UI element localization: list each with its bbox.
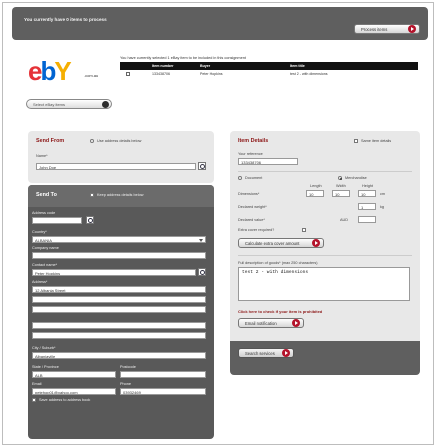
- process-items-button[interactable]: Process items: [354, 24, 420, 34]
- row-buyer: Peter Hopkins: [200, 72, 223, 76]
- item-table-header: Item number Buyer Item title: [120, 62, 418, 70]
- item-details-title: Item Details: [238, 138, 269, 144]
- weight-input[interactable]: 1: [358, 203, 376, 210]
- sender-name-input[interactable]: John Doe: [36, 163, 196, 170]
- contact-input[interactable]: Peter Hopkins: [32, 269, 196, 276]
- phone-label: Phone: [120, 382, 131, 386]
- top-bar: You currently have 0 items to process Pr…: [12, 7, 428, 40]
- address-line-4[interactable]: [32, 322, 206, 329]
- phone-input[interactable]: 03932469: [120, 388, 206, 395]
- country-label: Country*: [32, 230, 47, 234]
- address-label: Address*: [32, 280, 48, 284]
- send-to-option-checkbox[interactable]: [90, 193, 94, 197]
- row-title: test 2 - with dimensions: [290, 72, 328, 76]
- city-input[interactable]: Albaniaville: [32, 352, 206, 359]
- dimensions-label: Dimensions*: [238, 192, 260, 196]
- email-notification-button[interactable]: Email notification: [238, 318, 304, 328]
- send-from-option-radio[interactable]: [90, 139, 94, 143]
- extra-cover-checkbox[interactable]: [302, 228, 306, 232]
- contact-label: Contact name*: [32, 263, 58, 267]
- company-input[interactable]: [32, 252, 206, 259]
- extra-cover-label: Extra cover required?: [238, 228, 275, 232]
- send-to-title: Send To: [36, 192, 57, 198]
- lookup-icon[interactable]: [198, 162, 206, 170]
- prohibited-items-link[interactable]: Click here to check if your item is proh…: [238, 309, 322, 314]
- process-items-label: Process items: [361, 26, 388, 32]
- value-currency: AUD: [340, 218, 349, 222]
- description-label: Full description of goods* (max 250 char…: [238, 261, 318, 265]
- consignment-notice: You have currently selected 1 eBay item …: [120, 56, 246, 60]
- same-item-label: Same item details: [361, 139, 392, 143]
- height-input[interactable]: 10: [358, 190, 376, 197]
- table-row[interactable]: 133438706 Peter Hopkins test 2 - with di…: [120, 71, 418, 79]
- address-code-label: Address code: [32, 211, 56, 215]
- description-textarea[interactable]: test 2 - with dimensions: [238, 267, 410, 301]
- weight-label: Declared weight*: [238, 205, 267, 209]
- send-to-panel: Send To Keep address details below Addre…: [28, 185, 214, 439]
- search-services-button[interactable]: Search services: [238, 348, 294, 358]
- items-to-process-message: You currently have 0 items to process: [24, 17, 107, 22]
- company-label: Company name: [32, 246, 59, 250]
- value-label: Declared value*: [238, 218, 265, 222]
- page: You currently have 0 items to process Pr…: [0, 0, 438, 448]
- same-item-checkbox[interactable]: [354, 139, 358, 143]
- height-header: Height: [362, 184, 373, 188]
- address-code-input[interactable]: [32, 217, 82, 224]
- address-line-3[interactable]: [32, 306, 206, 313]
- row-checkbox[interactable]: [126, 72, 130, 76]
- address-line-1[interactable]: 12 Albania Street: [32, 286, 206, 293]
- postcode-input[interactable]: [120, 371, 206, 378]
- email-label: Email: [32, 382, 42, 386]
- col-item-number: Item number: [152, 63, 174, 68]
- email-input[interactable]: petehop01@yahoo.com: [32, 388, 116, 395]
- row-item-number: 133438706: [152, 72, 170, 76]
- width-input[interactable]: 10: [332, 190, 350, 197]
- state-input[interactable]: ALB: [32, 371, 116, 378]
- send-from-option-label: Use address details below: [97, 139, 142, 143]
- divider: [238, 255, 412, 256]
- merchandise-label: Merchandise: [345, 176, 367, 180]
- document-label: Document: [245, 176, 263, 180]
- calculate-extra-cover-button[interactable]: Calculate extra cover amount: [238, 238, 324, 248]
- sender-name-label: Name*: [36, 154, 48, 158]
- country-select[interactable]: ALBANIA: [32, 236, 206, 243]
- divider: [238, 171, 412, 172]
- document-radio[interactable]: [238, 176, 242, 180]
- select-ebay-items-button[interactable]: Select eBay items: [26, 99, 112, 109]
- city-label: City / Suburb*: [32, 346, 56, 350]
- weight-unit: kg: [380, 205, 385, 209]
- state-label: State / Province: [32, 365, 59, 369]
- reference-label: Your reference: [238, 152, 263, 156]
- ebay-logo: ebY: [28, 56, 72, 86]
- send-from-title: Send From: [36, 138, 65, 144]
- address-line-5[interactable]: [32, 332, 206, 339]
- arrow-right-icon: [312, 239, 320, 247]
- width-header: Width: [336, 184, 346, 188]
- logo-suffix: .com.au: [84, 73, 99, 78]
- send-from-panel: Send From Use address details below Name…: [28, 131, 214, 183]
- col-item-title: Item title: [290, 63, 305, 68]
- address-line-2[interactable]: [32, 296, 206, 303]
- arrow-right-icon: [282, 349, 290, 357]
- value-input[interactable]: [358, 216, 376, 223]
- arrow-right-icon: [292, 319, 300, 327]
- merchandise-radio[interactable]: [338, 176, 342, 180]
- length-header: Length: [310, 184, 322, 188]
- lookup-icon[interactable]: [198, 268, 206, 276]
- length-input[interactable]: 10: [306, 190, 324, 197]
- send-to-option-label: Keep address details below: [97, 193, 144, 197]
- col-buyer: Buyer: [200, 63, 211, 68]
- save-address-checkbox[interactable]: [32, 398, 36, 402]
- lookup-icon[interactable]: [86, 216, 94, 224]
- arrow-right-icon: [408, 25, 416, 33]
- arrow-right-icon: [102, 101, 109, 108]
- reference-input[interactable]: 133438706: [238, 158, 298, 165]
- search-services-band: [230, 341, 420, 375]
- item-details-panel: Item Details Same item details Your refe…: [230, 131, 420, 375]
- dimension-unit: cm: [380, 192, 386, 196]
- save-address-label: Save address to address book: [39, 398, 91, 402]
- postcode-label: Postcode: [120, 365, 136, 369]
